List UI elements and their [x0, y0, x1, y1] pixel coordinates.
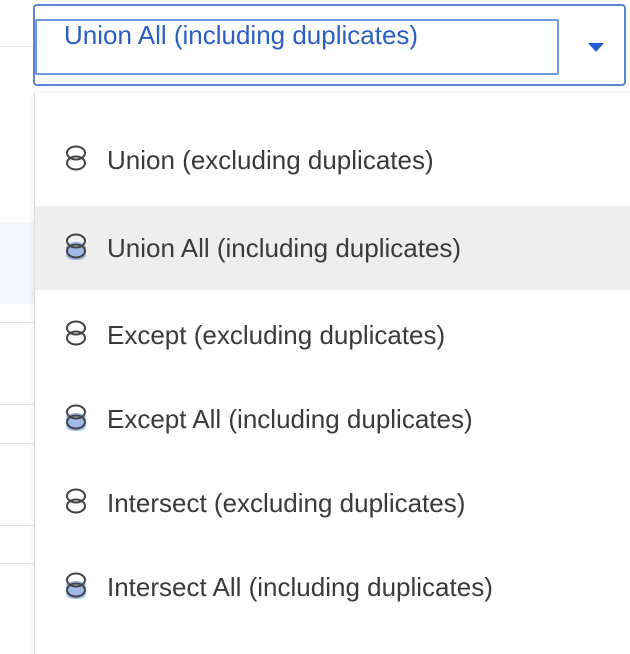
- set-operation-dropdown: Union (excluding duplicates) Union All (i…: [34, 93, 630, 654]
- intersect-all-icon: [63, 569, 89, 603]
- dropdown-option-label: Union (excluding duplicates): [107, 145, 434, 175]
- set-operation-select[interactable]: Union All (including duplicates): [33, 4, 626, 86]
- union-icon: [63, 142, 89, 176]
- except-all-icon: [63, 401, 89, 435]
- dropdown-option[interactable]: Intersect (excluding duplicates): [35, 461, 630, 545]
- caret-down-icon[interactable]: [588, 43, 604, 52]
- dropdown-option-label: Intersect All (including duplicates): [107, 572, 493, 602]
- dropdown-option-label: Except (excluding duplicates): [107, 320, 446, 350]
- intersect-icon: [63, 485, 89, 519]
- background-divider: [0, 46, 34, 47]
- dropdown-option[interactable]: Except (excluding duplicates): [35, 293, 630, 377]
- background-divider: [0, 322, 34, 323]
- select-value: Union All (including duplicates): [64, 20, 419, 50]
- dropdown-option-label: Except All (including duplicates): [107, 404, 473, 434]
- background-divider: [0, 563, 34, 564]
- union-all-icon: [63, 230, 89, 264]
- background-divider: [0, 443, 34, 444]
- page: Union All (including duplicates) Union (…: [0, 0, 630, 654]
- background-divider: [0, 404, 34, 405]
- dropdown-option[interactable]: Intersect All (including duplicates): [35, 545, 630, 629]
- dropdown-option[interactable]: Except All (including duplicates): [35, 377, 630, 461]
- dropdown-option[interactable]: Union (excluding duplicates): [35, 118, 630, 202]
- except-icon: [63, 317, 89, 351]
- dropdown-option-label: Union All (including duplicates): [107, 233, 462, 263]
- dropdown-option-label: Intersect (excluding duplicates): [107, 488, 466, 518]
- background-row-highlight: [0, 222, 34, 304]
- dropdown-option[interactable]: Union All (including duplicates): [35, 206, 630, 290]
- background-divider: [0, 525, 34, 526]
